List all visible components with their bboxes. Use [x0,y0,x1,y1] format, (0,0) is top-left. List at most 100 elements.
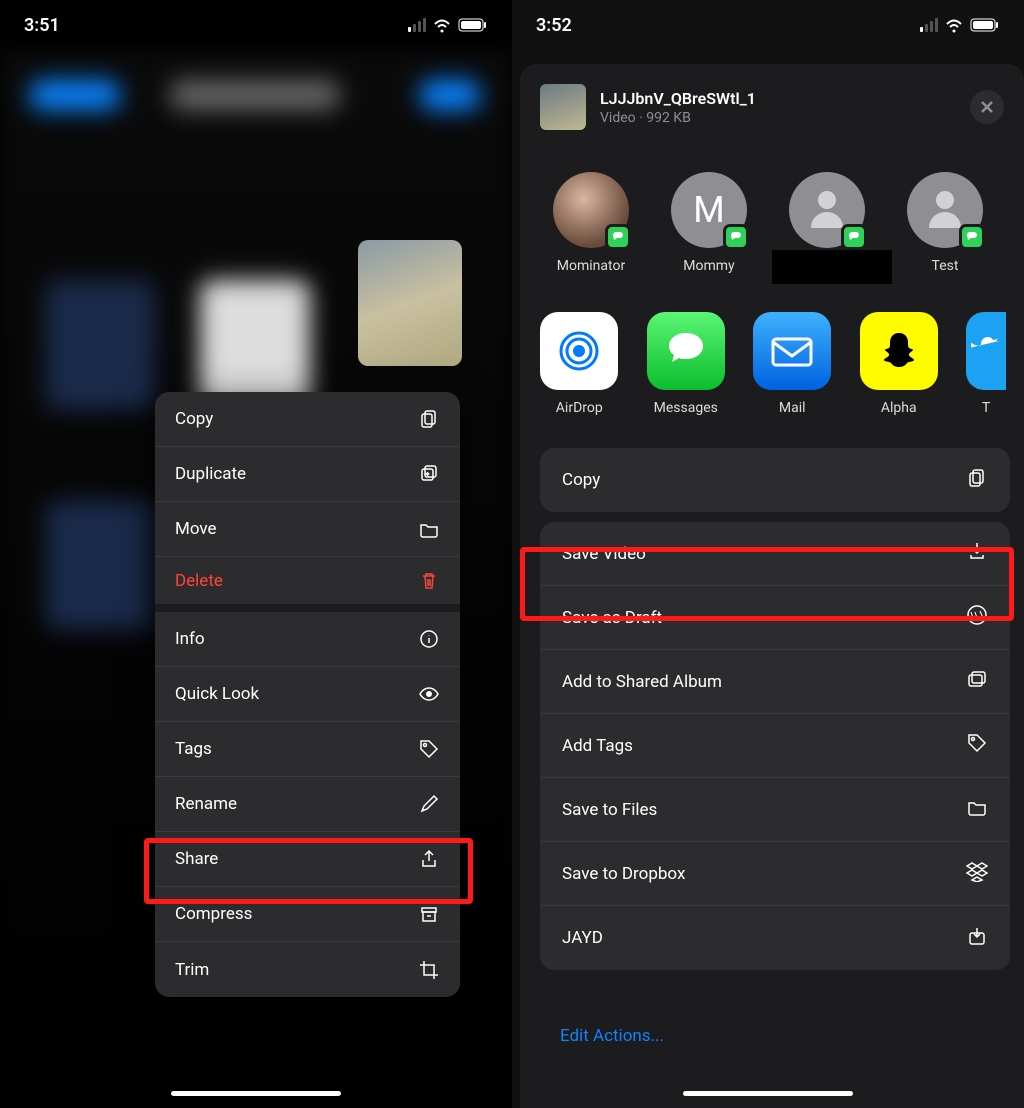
mail-icon [753,312,831,390]
messages-badge-icon [723,224,749,250]
app-messages[interactable]: Messages [647,312,726,416]
annotation-highlight-share [144,838,473,904]
action-dropbox[interactable]: Save to Dropbox [540,842,1010,906]
app-mail[interactable]: Mail [753,312,832,416]
dropbox-icon [966,860,988,887]
action-label: Save to Dropbox [562,864,685,884]
status-bar: 3:52 [512,0,1024,50]
action-label: Save to Files [562,800,657,820]
snapchat-icon [860,312,938,390]
cellular-signal-icon [408,18,426,32]
wifi-icon [944,17,964,33]
share-thumbnail [540,84,586,130]
pencil-icon [418,793,440,815]
home-indicator[interactable] [171,1091,341,1096]
contact-mominator[interactable]: Mominator [546,172,636,274]
edit-actions-link[interactable]: Edit Actions... [560,1026,664,1046]
phone-left-files-context-menu: 3:51 Copy Duplicate Move Delete [0,0,512,1108]
shared-album-icon [966,668,988,695]
status-bar: 3:51 [0,0,512,50]
avatar [789,172,865,248]
context-menu: Copy Duplicate Move Delete Info Quick Lo… [155,392,460,997]
share-filemeta: Video · 992 KB [600,110,956,126]
app-label: Messages [654,400,718,416]
contact-name: Mommy [683,258,734,274]
share-actions-list: Copy [540,448,1010,512]
action-jayd[interactable]: JAYD [540,906,1010,970]
status-time: 3:52 [536,15,572,36]
tag-icon [418,738,440,760]
menu-move[interactable]: Move [155,502,460,557]
app-label: Mail [779,400,806,416]
menu-label: Copy [175,409,213,429]
contact-name: Mominator [557,258,625,274]
messages-badge-icon [959,224,985,250]
action-label: JAYD [562,928,603,948]
copy-icon [418,408,440,430]
share-apps-row[interactable]: AirDrop Messages Mail Alpha T [520,284,1024,424]
menu-label: Info [175,629,205,649]
share-title-block: LJJJbnV_QBreSWtl_1 Video · 992 KB [600,89,956,126]
action-label: Copy [562,470,600,490]
menu-label: Move [175,519,217,539]
action-add-tags[interactable]: Add Tags [540,714,1010,778]
action-shared-album[interactable]: Add to Shared Album [540,650,1010,714]
close-button[interactable] [970,90,1004,124]
status-icons [408,17,488,33]
action-copy[interactable]: Copy [540,448,1010,512]
menu-label: Delete [175,571,223,591]
avatar [553,172,629,248]
action-save-files[interactable]: Save to Files [540,778,1010,842]
contact-test[interactable]: Test [900,172,990,274]
airdrop-contacts-row[interactable]: Mominator M Mommy [520,146,1024,284]
menu-trim[interactable]: Trim [155,942,460,997]
tag-icon [966,732,988,759]
menu-tags[interactable]: Tags [155,722,460,777]
video-thumbnail[interactable] [358,240,462,366]
menu-label: Trim [175,960,209,980]
menu-copy[interactable]: Copy [155,392,460,447]
messages-badge-icon [841,224,867,250]
archive-icon [418,903,440,925]
app-label: Alpha [881,400,917,416]
info-icon [418,628,440,650]
status-time: 3:51 [24,15,60,36]
menu-delete[interactable]: Delete [155,557,460,612]
phone-right-share-sheet: 3:52 LJJJbnV_QBreSWtl_1 Video · 992 KB M… [512,0,1024,1108]
contact-mommy[interactable]: M Mommy [664,172,754,274]
menu-label: Compress [175,904,252,924]
app-label: AirDrop [556,400,603,416]
contact-redacted[interactable] [782,172,872,274]
battery-icon [458,18,488,32]
airdrop-icon [540,312,618,390]
menu-label: Quick Look [175,684,259,704]
menu-info[interactable]: Info [155,612,460,667]
home-indicator[interactable] [683,1091,853,1096]
menu-duplicate[interactable]: Duplicate [155,447,460,502]
battery-icon [970,18,1000,32]
contact-name: Test [932,258,959,274]
app-label: T [982,400,990,416]
menu-label: Rename [175,794,237,814]
share-filename: LJJJbnV_QBreSWtl_1 [600,89,956,108]
action-label: Add to Shared Album [562,672,722,692]
messages-badge-icon [605,224,631,250]
trash-icon [418,570,440,592]
folder-icon [966,796,988,823]
duplicate-icon [418,463,440,485]
avatar: M [671,172,747,248]
messages-icon [647,312,725,390]
menu-quicklook[interactable]: Quick Look [155,667,460,722]
folder-icon [418,518,440,540]
close-icon [980,100,994,114]
app-airdrop[interactable]: AirDrop [540,312,619,416]
copy-icon [966,467,988,494]
crop-icon [418,959,440,981]
app-twitter-partial[interactable]: T [966,312,1006,416]
eye-icon [418,683,440,705]
avatar [907,172,983,248]
menu-rename[interactable]: Rename [155,777,460,832]
app-alpha[interactable]: Alpha [860,312,939,416]
status-icons [920,17,1000,33]
cellular-signal-icon [920,18,938,32]
